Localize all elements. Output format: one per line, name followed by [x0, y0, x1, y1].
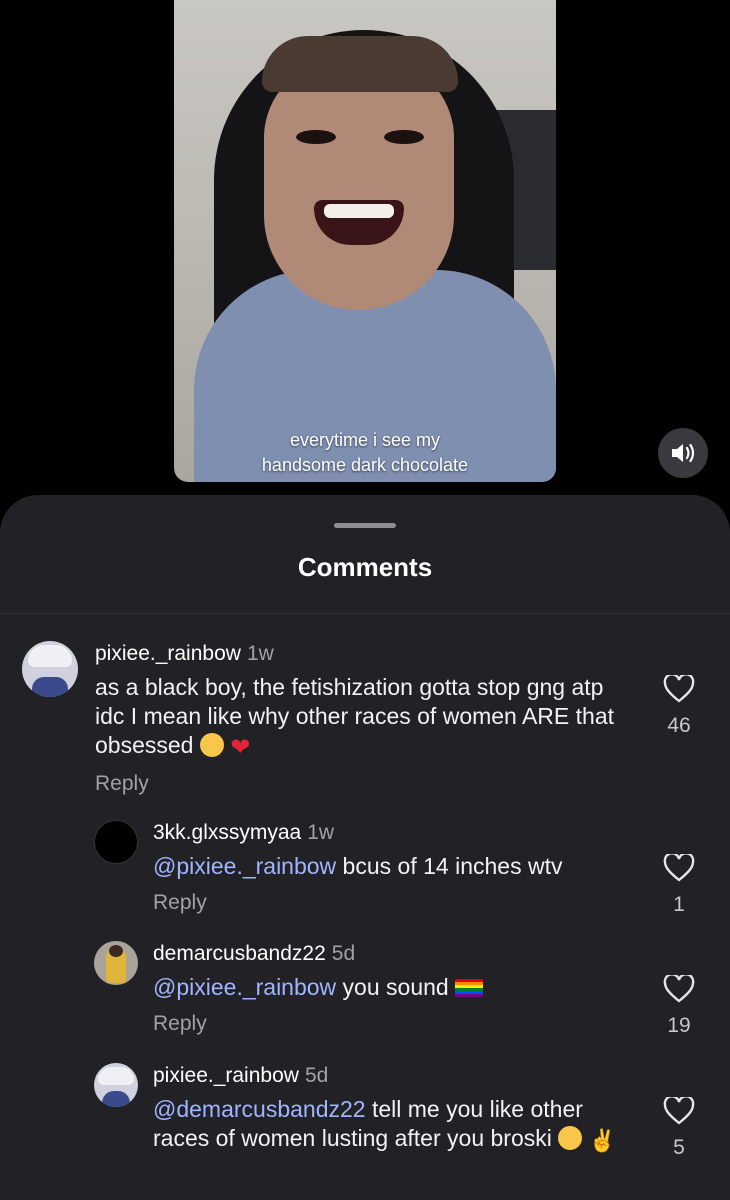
avatar-art — [28, 645, 72, 667]
crying-face-icon — [558, 1126, 583, 1150]
mention-link[interactable]: @pixiee._rainbow — [153, 974, 336, 1000]
username[interactable]: 3kk.glxssymyaa — [153, 821, 301, 844]
avatar-art — [102, 1091, 130, 1107]
sheet-title: Comments — [297, 552, 433, 582]
like-count: 5 — [673, 1136, 685, 1159]
heart-icon — [663, 673, 695, 703]
username[interactable]: pixiee._rainbow — [95, 642, 241, 665]
heart-icon — [663, 973, 695, 1003]
divider — [0, 613, 730, 614]
comment-text: @pixiee._rainbow bcus of 14 inches wtv — [153, 852, 623, 881]
comment-body: bcus of 14 inches wtv — [336, 853, 563, 879]
avatar[interactable] — [94, 941, 138, 985]
video-subject-face — [264, 60, 454, 310]
timestamp: 5d — [331, 942, 356, 965]
video-caption: everytime i see my handsome dark chocola… — [174, 428, 556, 478]
comment-text: @pixiee._rainbow you sound — [153, 973, 623, 1002]
reply-button[interactable]: Reply — [153, 891, 623, 915]
video-subject-teeth — [324, 204, 394, 218]
comment-meta: demarcusbandz22 5d — [153, 941, 623, 967]
victory-hand-icon: ✌ — [588, 1128, 617, 1153]
avatar[interactable] — [22, 641, 78, 697]
like-button[interactable]: 46 — [659, 673, 699, 738]
like-count: 46 — [667, 714, 691, 737]
comment-text: @demarcusbandz22 tell me you like other … — [153, 1095, 623, 1155]
like-count: 1 — [673, 893, 685, 916]
avatar-art — [32, 677, 68, 697]
video-subject-headband — [262, 36, 458, 92]
like-button[interactable]: 5 — [659, 1095, 699, 1160]
mention-link[interactable]: @pixiee._rainbow — [153, 853, 336, 879]
comment-text: as a black boy, the fetishization gotta … — [95, 673, 635, 762]
timestamp: 5d — [304, 1064, 329, 1087]
mention-link[interactable]: @demarcusbandz22 — [153, 1096, 366, 1122]
comment-meta: pixiee._rainbow 1w — [95, 641, 635, 667]
avatar-art — [98, 1067, 134, 1085]
username[interactable]: demarcusbandz22 — [153, 942, 326, 965]
heart-icon — [663, 1095, 695, 1125]
like-count: 19 — [667, 1014, 691, 1037]
speaker-sound-icon — [672, 443, 695, 463]
comment-meta: 3kk.glxssymyaa 1w — [153, 820, 623, 846]
sound-toggle-button[interactable] — [658, 428, 708, 478]
like-button[interactable]: 1 — [659, 852, 699, 917]
video-subject-eye — [296, 130, 336, 144]
video-player[interactable]: everytime i see my handsome dark chocola… — [174, 0, 556, 482]
reply-button[interactable]: Reply — [153, 1012, 623, 1036]
avatar-art — [109, 945, 123, 957]
username[interactable]: pixiee._rainbow — [153, 1064, 299, 1087]
caption-line: handsome dark chocolate — [261, 455, 469, 475]
timestamp: 1w — [246, 642, 274, 665]
video-subject-eye — [384, 130, 424, 144]
comments-sheet: Comments pixiee._rainbow 1w as a black bo… — [0, 495, 730, 1200]
comment-body: you sound — [336, 974, 449, 1000]
comment-meta: pixiee._rainbow 5d — [153, 1063, 623, 1089]
broken-heart-icon: ❤ — [230, 734, 251, 761]
avatar[interactable] — [94, 820, 138, 864]
sheet-grabber-handle[interactable] — [334, 523, 396, 528]
avatar[interactable] — [94, 1063, 138, 1107]
rainbow-flag-icon — [455, 979, 484, 997]
caption-line: everytime i see my — [289, 430, 441, 450]
timestamp: 1w — [307, 821, 335, 844]
heart-icon — [663, 852, 695, 882]
reply-button[interactable]: Reply — [95, 772, 635, 796]
comment-body: as a black boy, the fetishization gotta … — [95, 674, 615, 758]
pleading-face-icon — [199, 733, 224, 757]
like-button[interactable]: 19 — [659, 973, 699, 1038]
